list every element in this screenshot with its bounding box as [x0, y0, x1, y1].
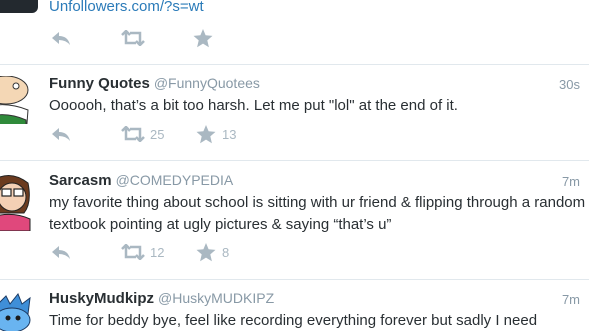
star-icon — [193, 28, 213, 47]
cartoon-avatar-icon — [0, 175, 31, 231]
retweet-button[interactable]: 12 — [121, 244, 196, 260]
star-icon — [196, 124, 216, 143]
tweet-timestamp[interactable]: 7m — [562, 174, 580, 189]
reply-icon — [52, 32, 70, 45]
tweet-text: Oooooh, that’s a bit too harsh. Let me p… — [49, 97, 458, 114]
avatar[interactable] — [0, 76, 34, 124]
favorite-button[interactable]: 13 — [196, 124, 237, 144]
user-name[interactable]: Sarcasm — [49, 172, 112, 189]
retweet-count: 12 — [150, 244, 165, 260]
reply-button[interactable] — [51, 30, 121, 46]
favorite-button[interactable] — [193, 28, 213, 48]
user-handle[interactable]: @COMEDYPEDIA — [116, 172, 234, 188]
tweet-header: HuskyMudkipz @HuskyMUDKIPZ — [49, 290, 274, 308]
star-icon — [196, 242, 216, 261]
favorite-count: 13 — [222, 126, 237, 142]
favorite-button[interactable]: 8 — [196, 242, 230, 262]
tweet-divider — [0, 160, 589, 161]
retweet-icon — [121, 244, 145, 260]
tweet-header: Funny Quotes @FunnyQuotees — [49, 75, 260, 93]
user-handle[interactable]: @HuskyMUDKIPZ — [158, 290, 274, 306]
top-tweet-actions — [51, 28, 213, 48]
tweet-divider — [0, 64, 589, 65]
retweet-count: 25 — [150, 126, 165, 142]
avatar[interactable] — [0, 292, 34, 331]
cartoon-avatar-icon — [0, 76, 29, 124]
tweet-link[interactable]: Unfollowers.com/?s=wt — [49, 0, 204, 15]
tweet-timestamp[interactable]: 7m — [562, 292, 580, 307]
retweet-icon — [121, 126, 145, 142]
reply-button[interactable] — [51, 244, 121, 260]
tweet-text: my favorite thing about school is sittin… — [49, 194, 586, 233]
retweet-icon — [121, 30, 145, 46]
tweet-timestamp[interactable]: 30s — [559, 77, 580, 92]
tweet-actions: 25 13 — [51, 124, 236, 144]
reply-icon — [52, 246, 70, 259]
user-name[interactable]: HuskyMudkipz — [49, 290, 154, 307]
retweet-button[interactable] — [121, 30, 193, 46]
tweet-text: Time for beddy bye, feel like recording … — [49, 312, 538, 329]
tweet-header: Sarcasm @COMEDYPEDIA — [49, 172, 233, 190]
cartoon-avatar-icon — [0, 293, 31, 331]
favorite-count: 8 — [222, 244, 230, 260]
user-name[interactable]: Funny Quotes — [49, 75, 150, 92]
top-tweet-avatar-fragment — [0, 0, 38, 13]
avatar[interactable] — [0, 173, 34, 231]
tweet-actions: 12 8 — [51, 242, 229, 262]
tweet-divider — [0, 279, 589, 280]
reply-button[interactable] — [51, 126, 121, 142]
reply-icon — [52, 128, 70, 141]
user-handle[interactable]: @FunnyQuotees — [154, 75, 260, 91]
retweet-button[interactable]: 25 — [121, 126, 196, 142]
